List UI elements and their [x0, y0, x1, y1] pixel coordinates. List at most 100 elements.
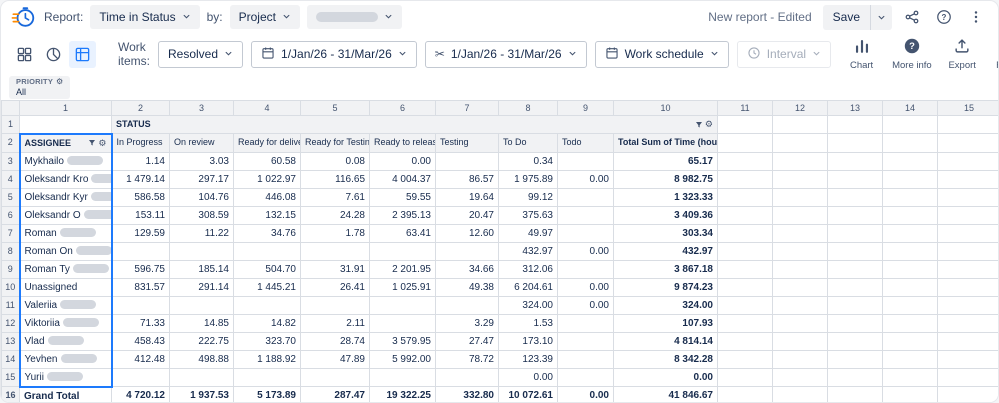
value-cell[interactable]: [557, 223, 614, 243]
value-cell[interactable]: [369, 367, 436, 387]
value-cell[interactable]: 1 937.53: [169, 386, 234, 402]
value-cell[interactable]: 446.08: [233, 187, 301, 207]
row-number[interactable]: 6: [1, 205, 20, 225]
empty-cell[interactable]: [772, 367, 828, 387]
empty-cell[interactable]: [772, 151, 828, 171]
total-cell[interactable]: 107.93: [613, 313, 718, 333]
value-cell[interactable]: 504.70: [233, 259, 301, 279]
value-cell[interactable]: 586.58: [111, 187, 170, 207]
value-cell[interactable]: 185.14: [169, 259, 234, 279]
empty-cell[interactable]: [772, 133, 828, 153]
value-cell[interactable]: [233, 295, 301, 315]
export-action-button[interactable]: Export: [940, 35, 985, 73]
value-cell[interactable]: 0.00: [557, 295, 614, 315]
row-number[interactable]: 4: [1, 169, 20, 189]
empty-cell[interactable]: [882, 277, 938, 297]
assignee-cell[interactable]: Roman: [18, 223, 113, 243]
status-column-header[interactable]: On review: [169, 133, 234, 153]
empty-cell[interactable]: [937, 259, 998, 279]
total-cell[interactable]: 4 814.14: [613, 331, 718, 351]
column-number-header[interactable]: 6: [369, 100, 436, 116]
column-number-header[interactable]: 5: [300, 100, 370, 116]
empty-cell[interactable]: [937, 133, 998, 153]
empty-cell[interactable]: [827, 133, 883, 153]
empty-cell[interactable]: [827, 259, 883, 279]
column-number-header[interactable]: 2: [111, 100, 170, 116]
value-cell[interactable]: 153.11: [111, 205, 170, 225]
empty-cell[interactable]: [882, 331, 938, 351]
value-cell[interactable]: 222.75: [169, 331, 234, 351]
empty-cell[interactable]: [882, 386, 938, 402]
value-cell[interactable]: 3 579.95: [369, 331, 436, 351]
trim-range-dropdown[interactable]: ✂ 1/Jan/26 - 31/Mar/26: [424, 40, 587, 68]
value-cell[interactable]: [557, 151, 614, 171]
empty-cell[interactable]: [827, 367, 883, 387]
table-view-button[interactable]: [11, 41, 38, 68]
empty-cell[interactable]: [937, 295, 998, 315]
value-cell[interactable]: 60.58: [233, 151, 301, 171]
value-cell[interactable]: 2.11: [300, 313, 370, 333]
value-cell[interactable]: 0.34: [498, 151, 558, 171]
value-cell[interactable]: 0.00: [557, 386, 614, 402]
empty-cell[interactable]: [717, 313, 773, 333]
row-number[interactable]: 12: [1, 313, 20, 333]
value-cell[interactable]: [300, 241, 370, 261]
value-cell[interactable]: [169, 241, 234, 261]
value-cell[interactable]: 10 072.61: [498, 386, 558, 402]
value-cell[interactable]: 14.85: [169, 313, 234, 333]
empty-cell[interactable]: [772, 241, 828, 261]
date-range-dropdown[interactable]: 1/Jan/26 - 31/Mar/26: [251, 40, 417, 68]
row-number[interactable]: 11: [1, 295, 20, 315]
value-cell[interactable]: [369, 313, 436, 333]
empty-cell[interactable]: [827, 115, 883, 134]
row-number[interactable]: 8: [1, 241, 20, 261]
empty-cell[interactable]: [827, 241, 883, 261]
value-cell[interactable]: 28.74: [300, 331, 370, 351]
column-number-header[interactable]: 8: [498, 100, 558, 116]
assignee-cell[interactable]: Valeriia: [18, 295, 113, 315]
empty-cell[interactable]: [772, 277, 828, 297]
empty-cell[interactable]: [882, 241, 938, 261]
empty-cell[interactable]: [937, 151, 998, 171]
pivot-view-button[interactable]: [69, 40, 96, 68]
status-column-header[interactable]: Todo: [557, 133, 614, 153]
row-number[interactable]: 9: [1, 259, 20, 279]
share-button[interactable]: [899, 5, 924, 30]
empty-cell[interactable]: [937, 169, 998, 189]
empty-cell[interactable]: [937, 241, 998, 261]
value-cell[interactable]: 412.48: [111, 349, 170, 369]
value-cell[interactable]: 86.57: [435, 169, 499, 189]
value-cell[interactable]: 78.72: [435, 349, 499, 369]
column-number-header[interactable]: 12: [772, 100, 828, 116]
empty-cell[interactable]: [772, 223, 828, 243]
empty-cell[interactable]: [937, 386, 998, 402]
value-cell[interactable]: 3.29: [435, 313, 499, 333]
value-cell[interactable]: 432.97: [498, 241, 558, 261]
value-cell[interactable]: 297.17: [169, 169, 234, 189]
value-cell[interactable]: 308.59: [169, 205, 234, 225]
value-cell[interactable]: 332.80: [435, 386, 499, 402]
value-cell[interactable]: 0.00: [557, 241, 614, 261]
empty-cell[interactable]: [827, 331, 883, 351]
empty-cell[interactable]: [937, 349, 998, 369]
empty-cell[interactable]: [937, 187, 998, 207]
value-cell[interactable]: [111, 241, 170, 261]
value-cell[interactable]: 1.78: [300, 223, 370, 243]
empty-cell[interactable]: [882, 367, 938, 387]
value-cell[interactable]: 49.38: [435, 277, 499, 297]
value-cell[interactable]: 6 204.61: [498, 277, 558, 297]
value-cell[interactable]: 20.47: [435, 205, 499, 225]
empty-cell[interactable]: [937, 115, 998, 134]
empty-cell[interactable]: [827, 151, 883, 171]
value-cell[interactable]: 34.66: [435, 259, 499, 279]
value-cell[interactable]: [557, 331, 614, 351]
empty-cell[interactable]: [717, 115, 773, 134]
empty-cell[interactable]: [19, 115, 112, 134]
empty-cell[interactable]: [772, 115, 828, 134]
value-cell[interactable]: 63.41: [369, 223, 436, 243]
row-number[interactable]: 3: [1, 151, 20, 171]
column-number-header[interactable]: 1: [19, 100, 112, 116]
empty-cell[interactable]: [717, 205, 773, 225]
value-cell[interactable]: 19.64: [435, 187, 499, 207]
priority-settings-icon[interactable]: ⚙: [56, 78, 63, 86]
